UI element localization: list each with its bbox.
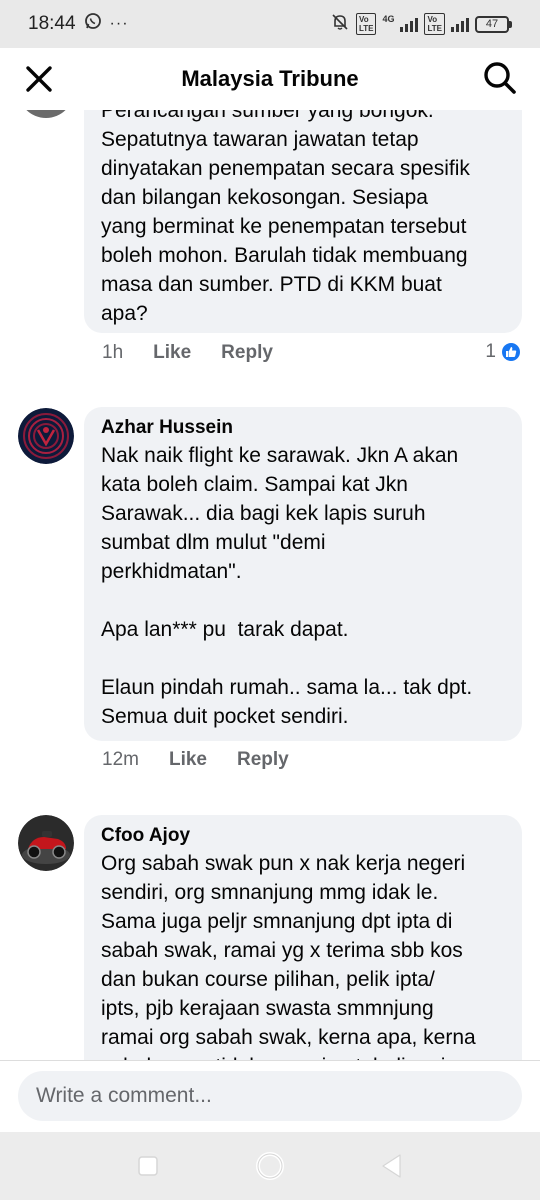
reply-button[interactable]: Reply bbox=[237, 749, 289, 771]
comment-bubble-2: Azhar Hussein Nak naik flight ke sarawak… bbox=[84, 407, 522, 741]
status-left: 18:44 ··· bbox=[28, 12, 129, 36]
comment-text: Sepatutnya tawaran jawatan tetap dinyata… bbox=[101, 128, 470, 325]
recents-square-icon bbox=[138, 1156, 158, 1176]
comment-time: 12m bbox=[102, 749, 139, 770]
status-bar: 18:44 ··· Vo LTE 4G Vo LTE 47 bbox=[0, 0, 540, 48]
recents-button[interactable] bbox=[131, 1149, 165, 1183]
comment-text-cut: Perancangan sumber yang bongok. bbox=[101, 110, 434, 122]
battery-level: 47 bbox=[475, 15, 509, 33]
home-button[interactable] bbox=[253, 1149, 287, 1183]
comment-time: 1h bbox=[102, 342, 124, 363]
like-reaction-icon bbox=[500, 341, 522, 363]
reaction-count: 1 bbox=[485, 341, 496, 362]
app-header: Malaysia Tribune bbox=[0, 48, 540, 110]
home-circle-icon bbox=[256, 1152, 284, 1180]
reply-button[interactable]: Reply bbox=[221, 342, 273, 364]
avatar[interactable] bbox=[18, 110, 74, 118]
whatsapp-icon bbox=[84, 12, 102, 36]
comment-text: Nak naik flight ke sarawak. Jkn A akan k… bbox=[101, 444, 473, 728]
avatar[interactable] bbox=[18, 408, 74, 464]
back-triangle-icon bbox=[382, 1154, 401, 1178]
signal-icon-1 bbox=[400, 16, 419, 32]
avatar-image bbox=[18, 408, 74, 464]
avatar-image bbox=[18, 815, 74, 871]
net-type: 4G bbox=[382, 13, 395, 24]
search-button[interactable] bbox=[482, 60, 518, 96]
like-button[interactable]: Like bbox=[169, 749, 207, 771]
comment-bubble-3: Cfoo Ajoy Org sabah swak pun x nak kerja… bbox=[84, 815, 522, 1060]
comment-author[interactable]: Cfoo Ajoy bbox=[101, 823, 506, 849]
clock: 18:44 bbox=[28, 13, 76, 34]
reaction-summary[interactable]: 1 bbox=[485, 341, 522, 363]
avatar[interactable] bbox=[18, 815, 74, 871]
more-notifications-icon: ··· bbox=[109, 15, 129, 32]
status-right: Vo LTE 4G Vo LTE 47 bbox=[330, 12, 512, 37]
comment-actions-1: 1h Like Reply bbox=[102, 342, 303, 364]
comment-text: Org sabah swak pun x nak kerja negeri se… bbox=[101, 852, 476, 1060]
comment-author[interactable]: Azhar Hussein bbox=[101, 415, 506, 441]
volte-badge-2: Vo LTE bbox=[424, 13, 445, 35]
system-nav-bar bbox=[0, 1132, 540, 1200]
page-title: Malaysia Tribune bbox=[181, 66, 359, 91]
comment-bubble-1: Perancangan sumber yang bongok. Sepatutn… bbox=[84, 110, 522, 333]
back-button[interactable] bbox=[375, 1149, 409, 1183]
comment-composer bbox=[0, 1060, 540, 1132]
search-icon bbox=[484, 62, 516, 94]
comments-list[interactable]: Perancangan sumber yang bongok. Sepatutn… bbox=[0, 110, 540, 1060]
close-icon bbox=[26, 66, 52, 92]
comment-input[interactable] bbox=[18, 1071, 522, 1121]
signal-icon-2 bbox=[451, 16, 469, 32]
battery-icon: 47 bbox=[475, 15, 512, 33]
like-button[interactable]: Like bbox=[153, 342, 191, 364]
comment-actions-2: 12m Like Reply bbox=[102, 749, 319, 771]
volte-badge-1: Vo LTE bbox=[355, 13, 377, 35]
mute-icon bbox=[330, 12, 350, 37]
close-button[interactable] bbox=[22, 62, 56, 96]
